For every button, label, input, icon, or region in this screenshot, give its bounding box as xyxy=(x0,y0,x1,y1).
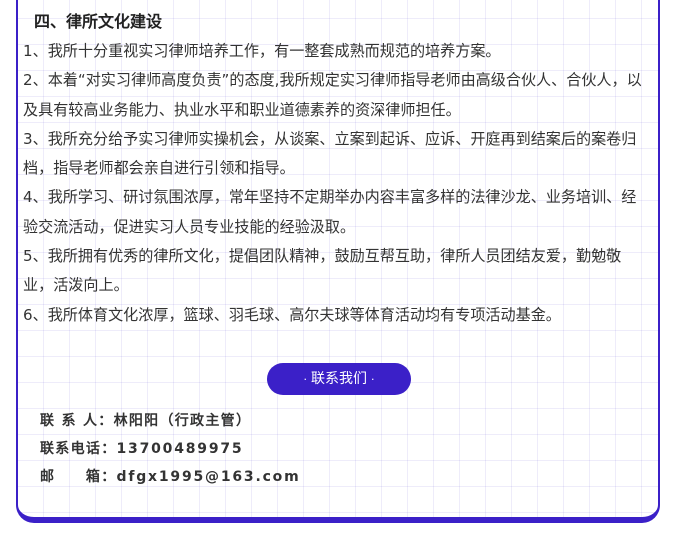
contact-person-value: 林阳阳（行政主管） xyxy=(113,413,252,429)
paragraph-6: 6、我所体育文化浓厚，篮球、羽毛球、高尔夫球等体育活动均有专项活动基金。 xyxy=(23,305,561,324)
contact-us-button[interactable]: · 联系我们 · xyxy=(267,363,411,395)
contact-email-label: 邮 箱： xyxy=(40,469,117,485)
dot-icon-left: · xyxy=(303,373,308,386)
contact-person-row: 联 系 人：林阳阳（行政主管） xyxy=(40,410,251,430)
contact-us-label: 联系我们 xyxy=(311,371,367,387)
paragraph-list: 1、我所十分重视实习律师培养工作，有一整套成熟而规范的培养方案。 2、本着“对实… xyxy=(23,37,643,330)
paragraph-3: 3、我所充分给予实习律师实操机会，从谈案、立案到起诉、应诉、开庭再到结案后的案卷… xyxy=(23,129,637,178)
dot-icon-right: · xyxy=(371,373,375,386)
page: 四、律所文化建设 1、我所十分重视实习律师培养工作，有一整套成熟而规范的培养方案… xyxy=(0,0,676,539)
paragraph-4: 4、我所学习、研讨氛围浓厚，常年坚持不定期举办内容丰富多样的法律沙龙、业务培训、… xyxy=(23,188,637,236)
contact-email-row: 邮 箱：dfgx1995@163.com xyxy=(40,466,300,486)
contact-phone-label: 联系电话： xyxy=(40,441,117,457)
paragraph-1: 1、我所十分重视实习律师培养工作，有一整套成熟而规范的培养方案。 xyxy=(23,42,501,60)
contact-email-value[interactable]: dfgx1995@163.com xyxy=(117,469,301,485)
section-heading: 四、律所文化建设 xyxy=(34,12,163,31)
contact-phone-row: 联系电话：13700489975 xyxy=(40,438,243,458)
paragraph-2: 2、本着“对实习律师高度负责”的态度,我所规定实习律师指导老师由高级合伙人、合伙… xyxy=(23,71,642,119)
paragraph-5: 5、我所拥有优秀的律所文化，提倡团队精神，鼓励互帮互助，律所人员团结友爱，勤勉敬… xyxy=(23,247,622,295)
contact-phone-value[interactable]: 13700489975 xyxy=(117,441,244,457)
contact-person-label: 联 系 人： xyxy=(40,413,114,429)
